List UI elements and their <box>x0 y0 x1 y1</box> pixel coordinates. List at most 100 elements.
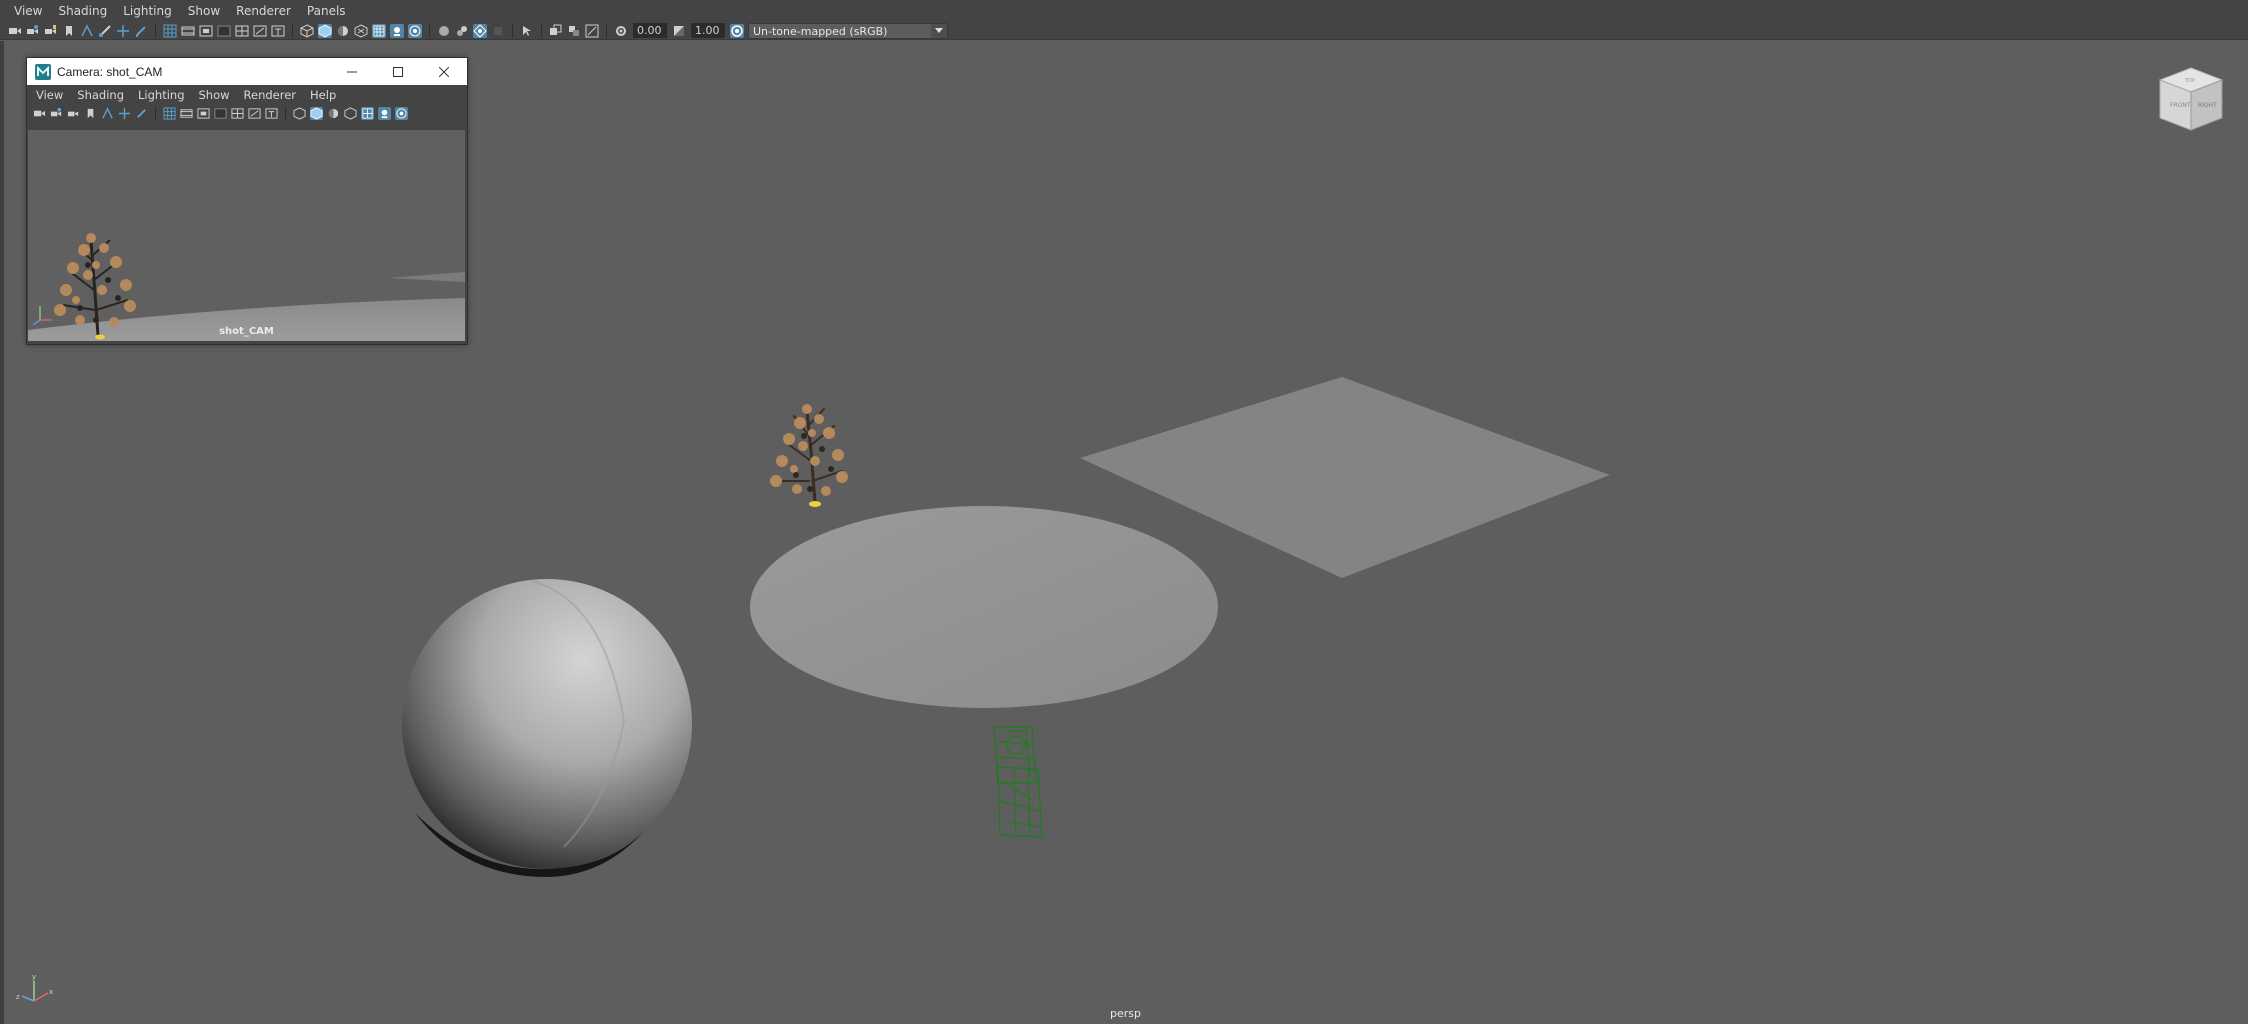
maximize-icon <box>393 66 403 77</box>
close-button[interactable] <box>421 58 467 85</box>
menu-view[interactable]: View <box>0 0 50 22</box>
view-cube[interactable]: FRONT RIGHT TOP <box>2156 64 2226 134</box>
axis-gizmo <box>21 981 49 1002</box>
safe-title-icon[interactable] <box>271 24 285 38</box>
svg-text:z: z <box>16 993 20 1001</box>
color-management-icon[interactable] <box>730 23 744 38</box>
2d-pan-zoom-icon[interactable] <box>118 107 131 120</box>
camera-window-titlebar[interactable]: Camera: shot_CAM <box>27 58 467 85</box>
use-all-lights-icon[interactable] <box>361 107 374 120</box>
depth-of-field-icon[interactable] <box>585 24 599 38</box>
wireframe-icon[interactable] <box>300 23 314 38</box>
grease-pencil-tool-icon[interactable] <box>134 24 148 38</box>
gamma-icon[interactable] <box>672 24 686 38</box>
camera-view-label: shot_CAM <box>219 326 274 337</box>
camera-axis-gizmo <box>32 306 52 326</box>
film-gate-icon[interactable] <box>181 24 195 38</box>
menu-panels[interactable]: Panels <box>299 0 354 22</box>
view-cube-top-label: TOP <box>2184 78 2195 84</box>
bookmarks-icon[interactable] <box>44 24 58 38</box>
sphere-mesh <box>402 579 692 877</box>
resolution-gate-icon[interactable] <box>197 107 210 120</box>
camera-label: persp <box>1110 1007 1141 1020</box>
exposure-field[interactable]: 0.00 <box>633 23 667 38</box>
shadows-icon[interactable] <box>378 107 391 120</box>
2d-pan-zoom-icon[interactable] <box>116 24 130 38</box>
maximize-button[interactable] <box>375 58 421 85</box>
bookmark-icon[interactable] <box>62 24 76 38</box>
bookmarks-icon[interactable] <box>67 107 80 120</box>
smooth-shade-icon[interactable] <box>318 23 332 38</box>
use-all-lights-icon[interactable] <box>372 23 386 38</box>
view-cube-front-label: FRONT <box>2170 102 2191 109</box>
grease-pencil-icon[interactable] <box>98 24 112 38</box>
svg-text:x: x <box>49 988 53 996</box>
ambient-occlusion-icon[interactable] <box>395 107 408 120</box>
plane-edge <box>388 272 465 282</box>
cam-menu-shading[interactable]: Shading <box>70 88 131 102</box>
image-plane-icon[interactable] <box>101 107 114 120</box>
grid-icon[interactable] <box>163 24 177 38</box>
grease-pencil-icon[interactable] <box>135 107 148 120</box>
field-chart-icon[interactable] <box>235 24 249 38</box>
view-transform-value: Un-tone-mapped (sRGB) <box>753 24 888 38</box>
isolate-select-icon[interactable] <box>520 24 534 38</box>
minimize-icon <box>347 71 357 72</box>
select-camera-icon[interactable] <box>8 24 22 38</box>
default-material-icon[interactable] <box>336 24 350 38</box>
panel-toolbar: 0.00 1.00 Un-tone-mapped (sRGB) <box>0 22 2248 40</box>
cam-menu-view[interactable]: View <box>27 88 70 102</box>
field-chart-icon[interactable] <box>231 107 244 120</box>
cam-menu-renderer[interactable]: Renderer <box>237 88 304 102</box>
gate-mask-icon[interactable] <box>214 107 227 120</box>
view-transform-dropdown[interactable]: Un-tone-mapped (sRGB) <box>748 22 948 39</box>
shadows-icon[interactable] <box>390 23 404 38</box>
menu-lighting[interactable]: Lighting <box>115 0 180 22</box>
xray-active-components-icon[interactable] <box>473 23 487 38</box>
safe-action-icon[interactable] <box>248 107 261 120</box>
disc-mesh <box>750 506 1218 708</box>
camera-window-menubar: View Shading Lighting Show Renderer Help <box>27 85 467 105</box>
close-icon <box>439 66 449 77</box>
default-material-icon[interactable] <box>327 107 340 120</box>
cam-menu-lighting[interactable]: Lighting <box>131 88 191 102</box>
grid-icon[interactable] <box>163 107 176 120</box>
toolbar-separator <box>429 23 430 38</box>
menu-shading[interactable]: Shading <box>50 0 115 22</box>
wireframe-icon[interactable] <box>293 107 306 120</box>
xray-icon[interactable] <box>437 24 451 38</box>
menu-show[interactable]: Show <box>180 0 228 22</box>
minimize-button[interactable] <box>329 58 375 85</box>
chevron-down-icon <box>931 23 947 38</box>
film-gate-icon[interactable] <box>180 107 193 120</box>
camera-viewport[interactable]: shot_CAM <box>28 130 465 341</box>
camera-attributes-icon[interactable] <box>26 24 40 38</box>
resolution-gate-icon[interactable] <box>199 24 213 38</box>
multisample-aa-icon[interactable] <box>549 24 563 38</box>
gate-mask-icon[interactable] <box>217 24 231 38</box>
textured-icon[interactable] <box>344 107 357 120</box>
textured-icon[interactable] <box>354 23 368 38</box>
motion-blur-icon[interactable] <box>567 24 581 38</box>
camera-attributes-icon[interactable] <box>50 107 63 120</box>
toolbar-separator <box>512 23 513 38</box>
bookmark-icon[interactable] <box>84 107 97 120</box>
ambient-occlusion-icon[interactable] <box>408 23 422 38</box>
camera-window[interactable]: Camera: shot_CAM View Shading Lighting S… <box>26 57 468 345</box>
toolbar-separator <box>606 23 607 38</box>
cam-menu-help[interactable]: Help <box>303 88 343 102</box>
cam-menu-show[interactable]: Show <box>192 88 237 102</box>
exposure-icon[interactable] <box>614 24 628 38</box>
menu-renderer[interactable]: Renderer <box>228 0 299 22</box>
safe-action-icon[interactable] <box>253 24 267 38</box>
toolbar-separator <box>292 23 293 38</box>
safe-title-icon[interactable] <box>265 107 278 120</box>
view-cube-right-label: RIGHT <box>2198 102 2217 109</box>
toolbar-separator <box>155 106 156 121</box>
gamma-field[interactable]: 1.00 <box>691 23 725 38</box>
xray-joints-icon[interactable] <box>455 24 469 38</box>
select-camera-icon[interactable] <box>33 107 46 120</box>
image-plane-icon[interactable] <box>80 23 94 38</box>
smooth-shade-icon[interactable] <box>310 107 323 120</box>
backface-culling-icon[interactable] <box>491 24 505 38</box>
